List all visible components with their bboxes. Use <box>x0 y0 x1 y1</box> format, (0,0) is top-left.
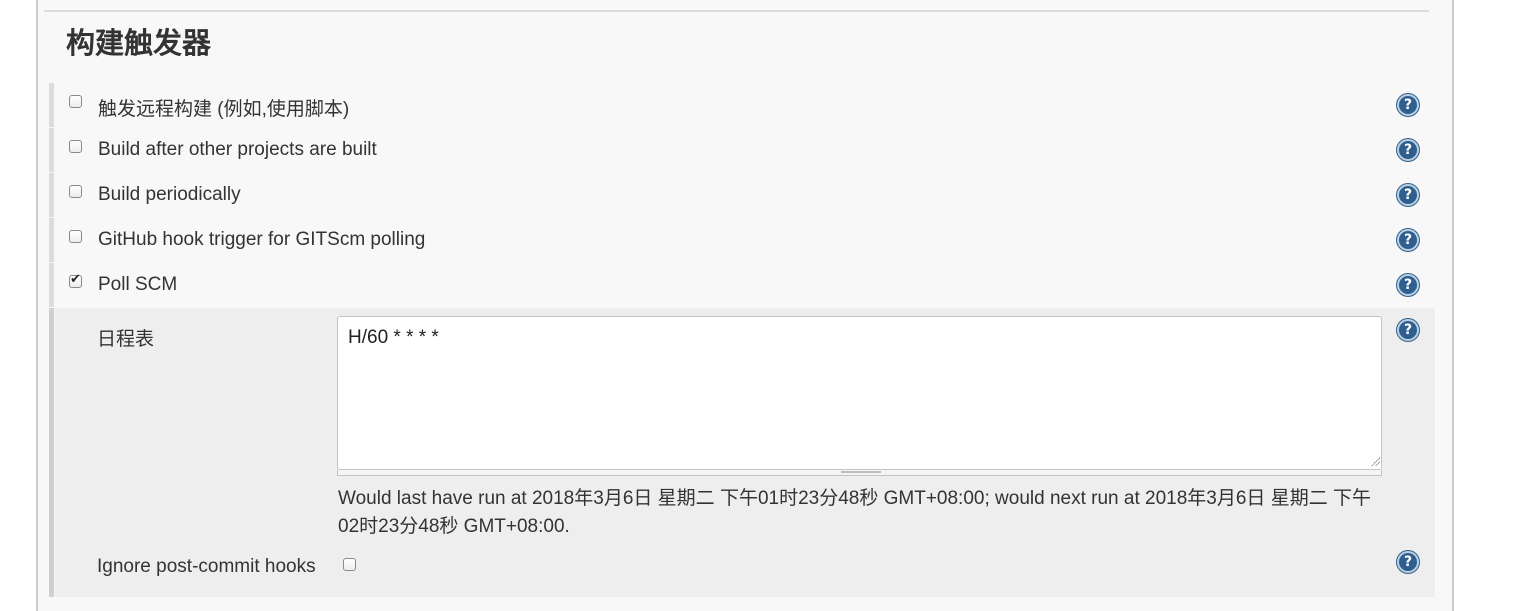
trigger-periodically-checkbox[interactable] <box>69 185 82 198</box>
schedule-info-text: Would last have run at 2018年3月6日 星期二 下午0… <box>338 488 1371 537</box>
row-indicator <box>49 218 54 262</box>
trigger-row-poll-scm: Poll SCM <box>55 263 1435 307</box>
schedule-textarea[interactable]: H/60 * * * * <box>337 316 1382 470</box>
row-indicator <box>49 263 54 307</box>
trigger-poll-scm-checkbox[interactable] <box>69 272 82 288</box>
row-indicator <box>49 128 54 172</box>
row-indicator <box>49 173 54 217</box>
subsection-indicator <box>49 308 54 597</box>
trigger-remote-checkbox[interactable] <box>69 95 82 108</box>
row-indicator <box>49 83 54 127</box>
help-icon[interactable]: ? <box>1397 551 1419 573</box>
trigger-row-remote: 触发远程构建 (例如,使用脚本) <box>55 83 1435 127</box>
schedule-label: 日程表 <box>97 329 155 350</box>
help-icon[interactable]: ? <box>1397 319 1419 341</box>
help-icon[interactable]: ? <box>1397 94 1419 116</box>
trigger-remote-label[interactable]: 触发远程构建 (例如,使用脚本) <box>98 94 349 121</box>
section-divider <box>44 10 1429 12</box>
trigger-poll-scm-label[interactable]: Poll SCM <box>98 274 177 296</box>
help-icon[interactable]: ? <box>1397 184 1419 206</box>
section-title: 构建触发器 <box>66 26 212 60</box>
help-icon[interactable]: ? <box>1397 139 1419 161</box>
trigger-after-other-checkbox[interactable] <box>69 140 82 153</box>
ignore-hooks-checkbox[interactable] <box>343 558 356 571</box>
trigger-row-periodically: Build periodically <box>55 173 1435 217</box>
help-icon[interactable]: ? <box>1397 274 1419 296</box>
ignore-hooks-label: Ignore post-commit hooks <box>97 556 316 577</box>
trigger-row-github-hook: GitHub hook trigger for GITScm polling <box>55 218 1435 262</box>
trigger-periodically-label[interactable]: Build periodically <box>98 184 241 206</box>
help-icon[interactable]: ? <box>1397 229 1419 251</box>
trigger-after-other-label[interactable]: Build after other projects are built <box>98 139 377 161</box>
trigger-github-hook-checkbox[interactable] <box>69 230 82 243</box>
textarea-resize-grip[interactable] <box>337 470 1382 476</box>
trigger-row-after-other: Build after other projects are built <box>55 128 1435 172</box>
resize-handle-icon[interactable] <box>1370 456 1380 466</box>
trigger-github-hook-label[interactable]: GitHub hook trigger for GITScm polling <box>98 229 425 251</box>
